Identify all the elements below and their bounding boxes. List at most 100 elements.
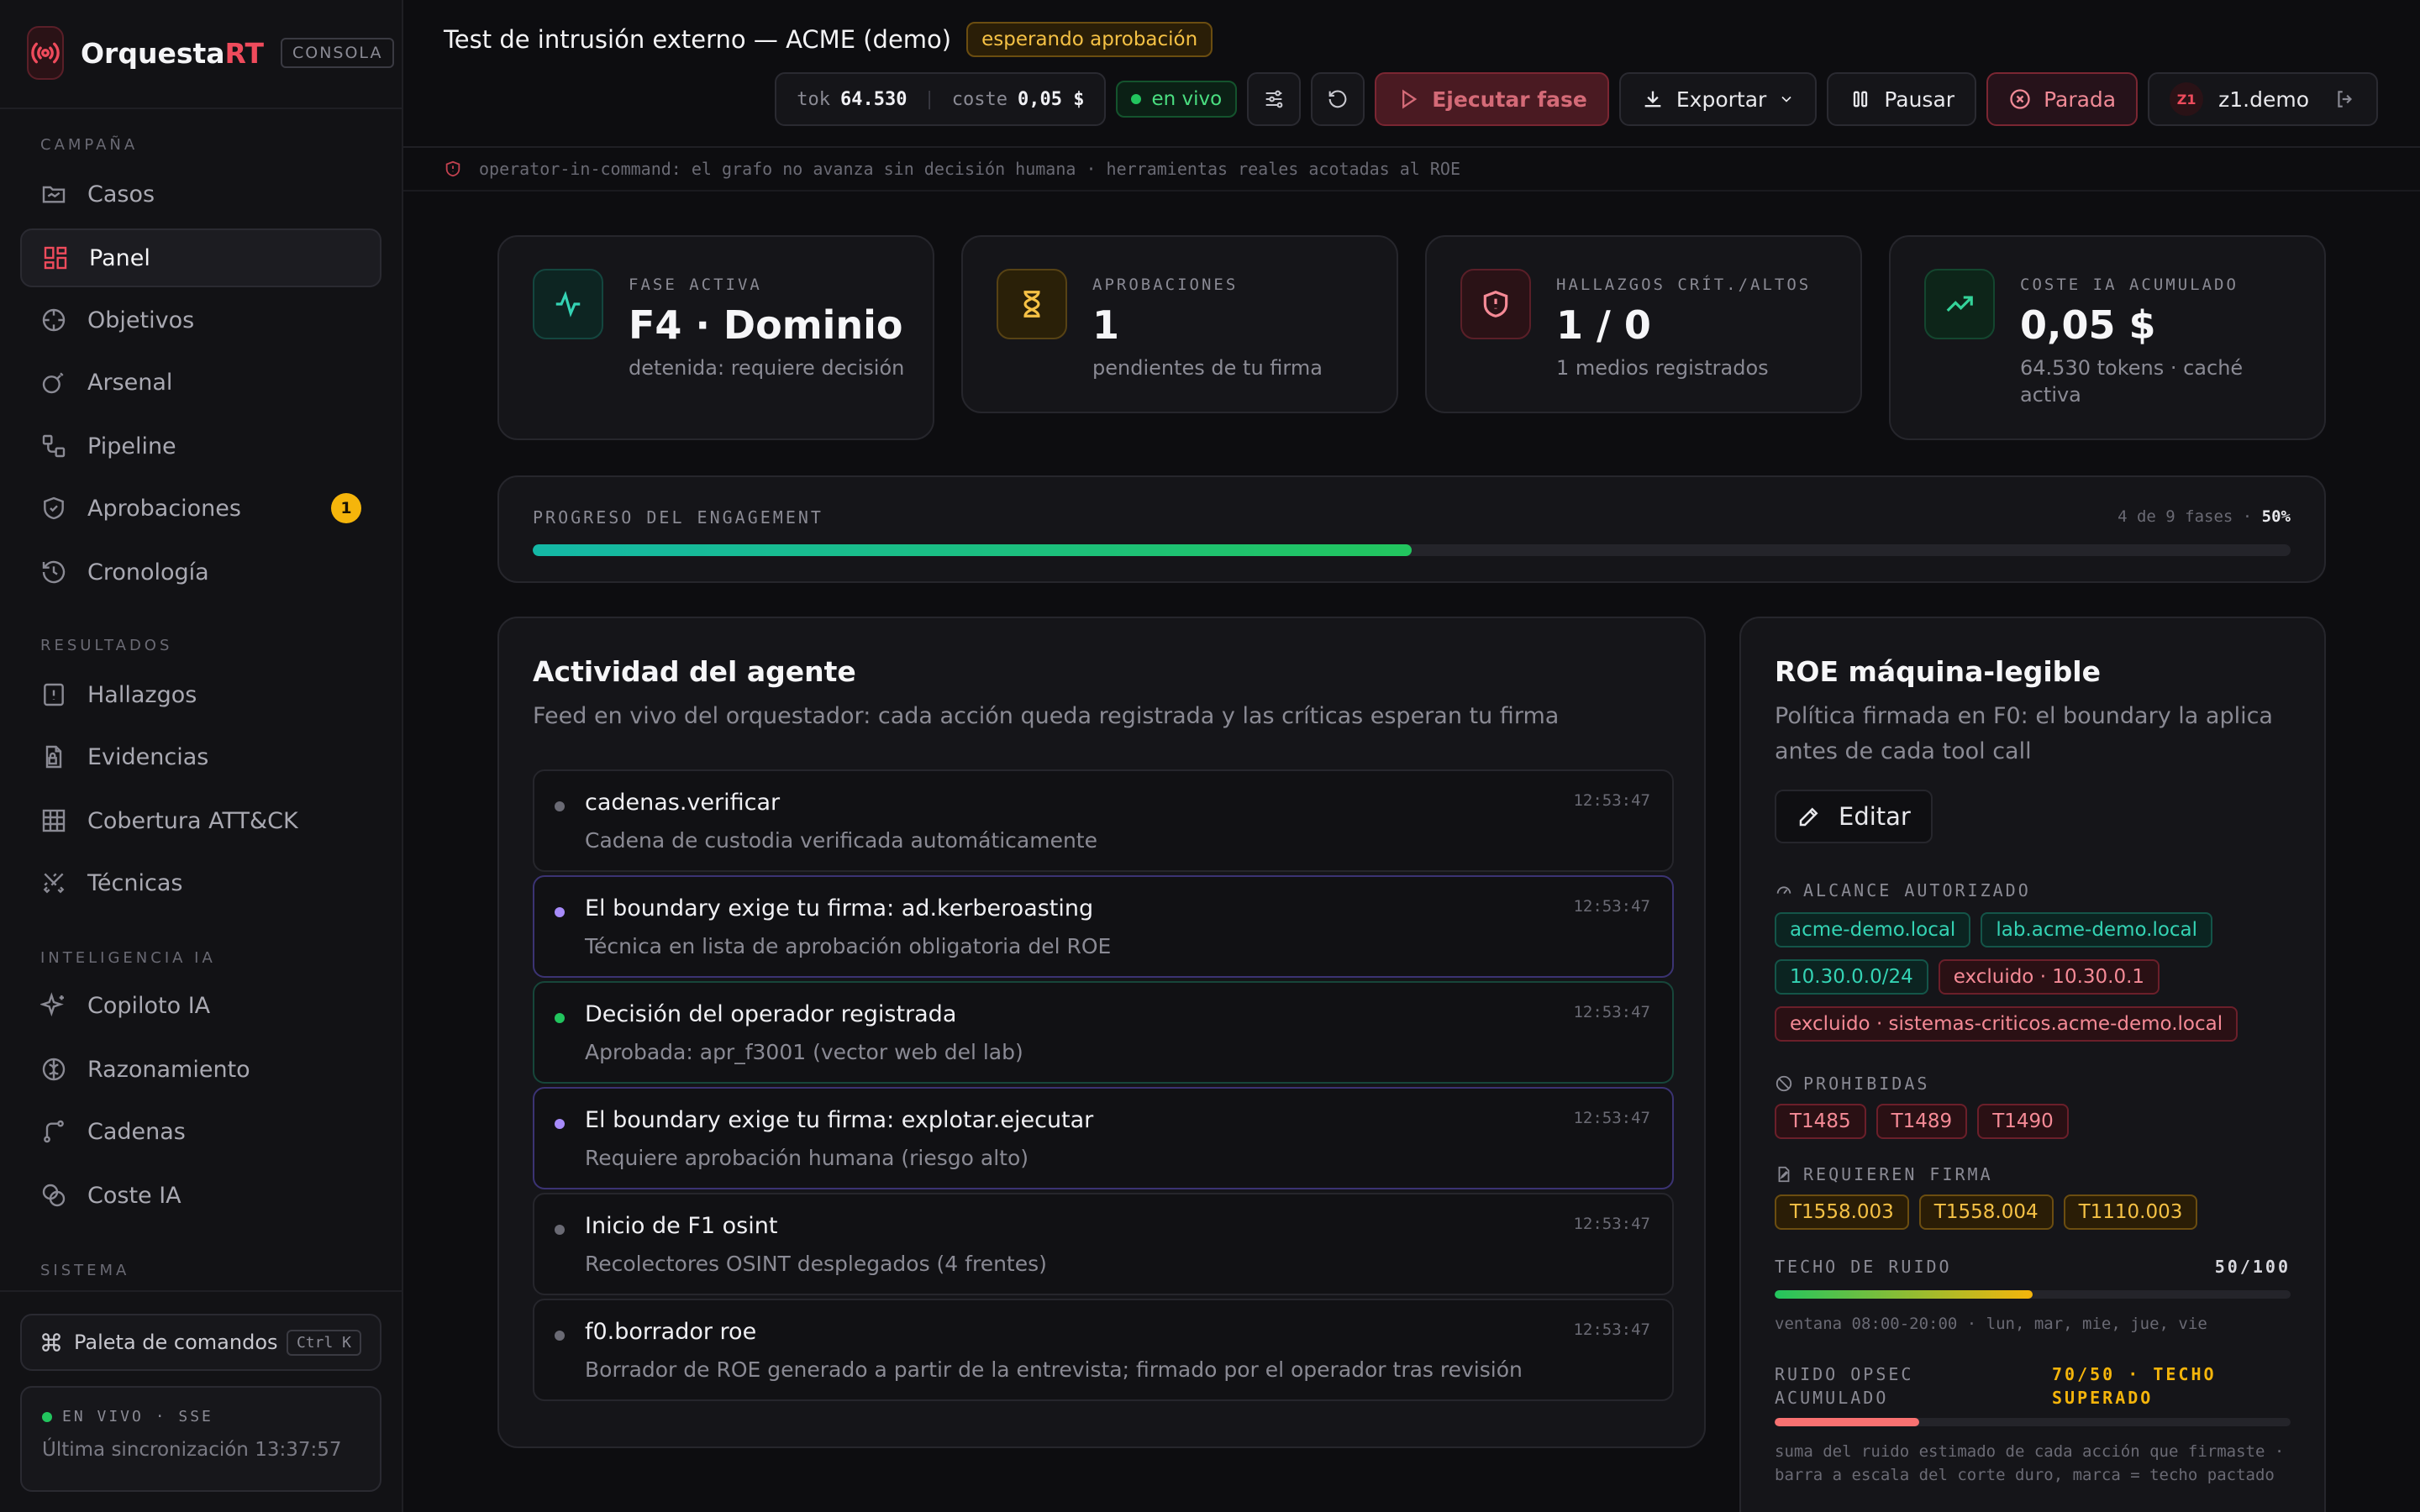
user-menu[interactable]: Z1 z1.demo (2148, 72, 2378, 126)
user-name: z1.demo (2218, 87, 2309, 112)
sidebar-item-casos[interactable]: Casos (20, 165, 381, 223)
sidebar-item-cronologia[interactable]: Cronología (20, 543, 381, 601)
sidebar-item-aprobaciones[interactable]: Aprobaciones 1 (20, 479, 381, 538)
activity-subtitle: Feed en vivo del orquestador: cada acció… (533, 703, 1560, 729)
sidebar-item-label: Hallazgos (87, 681, 197, 708)
folder-icon (42, 186, 66, 203)
logout-icon[interactable] (2334, 88, 2356, 110)
sidebar-item-label: Cobertura ATT&CK (87, 807, 298, 834)
sidebar-item-label: Copiloto IA (87, 992, 211, 1019)
stat-card-findings[interactable]: HALLAZGOS CRÍT./ALTOS 1 / 0 1 medios reg… (1425, 235, 1862, 413)
sidebar-item-coste[interactable]: Coste IA (20, 1166, 381, 1225)
brand[interactable]: OrquestaRT CONSOLA (27, 25, 395, 81)
sidebar-item-label: Evidencias (87, 743, 209, 770)
workflow-icon (42, 434, 66, 458)
page-title: Test de intrusión externo — ACME (demo) (444, 25, 952, 54)
live-sync-box: EN VIVO · SSE Última sincronización 13:3… (20, 1386, 381, 1492)
feed-item-desc: Aprobada: apr_f3001 (vector web del lab) (585, 1040, 1023, 1064)
toolbar: tok 64.530 | coste 0,05 $ en vivo Ejecutar… (775, 72, 2378, 126)
stat-label: APROBACIONES (1092, 276, 1239, 294)
stat-card-approvals[interactable]: APROBACIONES 1 pendientes de tu firma (961, 235, 1398, 413)
command-icon (42, 1333, 60, 1352)
sidebar-item-objetivos[interactable]: Objetivos (20, 291, 381, 349)
section-label-results: RESULTADOS (40, 637, 173, 654)
opsec-fill (1775, 1418, 1919, 1426)
sidebar-item-label: Aprobaciones (87, 495, 241, 522)
command-palette-button[interactable]: Paleta de comandos Ctrl K (20, 1314, 381, 1371)
live-dot-icon (1131, 94, 1142, 104)
sidebar-divider (0, 1290, 403, 1292)
feed-item[interactable]: Decisión del operador registrada Aprobad… (533, 981, 1674, 1084)
opsec-header: RUIDO OPSEC ACUMULADO 70/50 · TECHO SUPE… (1775, 1362, 2291, 1410)
live-dot-icon (42, 1411, 52, 1422)
grid-icon (42, 809, 66, 832)
stat-card-ai-cost[interactable]: COSTE IA ACUMULADO 0,05 $ 64.530 tokens … (1889, 235, 2326, 440)
last-sync-text: Última sincronización 13:37:57 (42, 1439, 342, 1461)
status-dot (555, 801, 565, 811)
feed-item[interactable]: Inicio de F1 osint Recolectores OSINT de… (533, 1193, 1674, 1295)
activity-icon (533, 269, 603, 339)
feed-item-title: Decisión del operador registrada (585, 1001, 957, 1027)
sidebar-item-cadenas[interactable]: Cadenas (20, 1102, 381, 1161)
sidebar-item-label: Objetivos (87, 307, 195, 333)
settings-sliders-button[interactable] (1247, 72, 1302, 126)
sidebar-item-razonamiento[interactable]: Razonamiento (20, 1040, 381, 1099)
run-phase-button[interactable]: Ejecutar fase (1375, 72, 1609, 126)
trending-up-icon (1924, 269, 1995, 339)
scope-chip: lab.acme-demo.local (1981, 912, 2213, 948)
feed-item-desc: Cadena de custodia verificada automática… (585, 828, 1097, 853)
cost-value: 0,05 $ (1018, 88, 1085, 110)
roe-panel: ROE máquina-legible Política firmada en … (1739, 617, 2326, 1512)
stat-label: HALLAZGOS CRÍT./ALTOS (1556, 276, 1812, 294)
progress-label: PROGRESO DEL ENGAGEMENT (533, 507, 823, 528)
noise-ceiling-value: 50/100 (2214, 1257, 2291, 1277)
stop-button[interactable]: Parada (1986, 72, 2139, 126)
stat-subtext: 64.530 tokens · caché activa (2020, 356, 2244, 407)
sidebar-item-evidencias[interactable]: Evidencias (20, 727, 381, 786)
roe-subtitle: Política firmada en F0: el boundary la a… (1775, 703, 2273, 764)
progress-summary: 4 de 9 fases · 50% (2118, 507, 2291, 526)
run-phase-label: Ejecutar fase (1432, 87, 1587, 112)
feed-item-desc: Recolectores OSINT desplegados (4 frente… (585, 1252, 1047, 1276)
file-lock-icon (45, 745, 62, 769)
technique-chip: T1558.004 (1918, 1194, 2054, 1230)
status-dot (555, 1013, 565, 1023)
play-icon (1402, 89, 1418, 109)
feed-item[interactable]: f0.borrador roe Borrador de ROE generado… (533, 1299, 1674, 1401)
sidebar-item-label: Pipeline (87, 433, 176, 459)
scope-chip: 10.30.0.0/24 (1775, 959, 1928, 995)
edit-roe-button[interactable]: Editar (1775, 790, 1933, 843)
sidebar-item-hallazgos[interactable]: Hallazgos (20, 665, 381, 724)
refresh-button[interactable] (1311, 72, 1365, 126)
noise-ceiling-header: TECHO DE RUIDO 50/100 (1775, 1257, 2291, 1277)
edit-label: Editar (1839, 802, 1911, 831)
stat-value: F4 · Dominio (629, 302, 903, 348)
pause-label: Pausar (1884, 87, 1955, 112)
dashboard-icon (44, 246, 67, 270)
sidebar-item-pipeline[interactable]: Pipeline (20, 417, 381, 475)
feed-item-title: El boundary exige tu firma: ad.kerberoas… (585, 895, 1094, 921)
scope-section-label: ALCANCE AUTORIZADO (1775, 880, 2031, 900)
sidebar-item-tecnicas[interactable]: Técnicas (20, 853, 381, 912)
roe-title: ROE máquina-legible (1775, 655, 2101, 688)
tok-label: tok (797, 88, 831, 110)
sidebar-item-cobertura[interactable]: Cobertura ATT&CK (20, 791, 381, 850)
stat-card-active-phase[interactable]: FASE ACTIVA F4 · Dominio detenida: requi… (497, 235, 934, 440)
pause-button[interactable]: Pausar (1827, 72, 1977, 126)
sidebar-item-copiloto[interactable]: Copiloto IA (20, 976, 381, 1035)
feed-item[interactable]: El boundary exige tu firma: ad.kerberoas… (533, 875, 1674, 978)
stat-value: 0,05 $ (2020, 302, 2156, 348)
export-dropdown[interactable]: Exportar (1618, 72, 1818, 126)
status-dot (555, 1119, 565, 1129)
feed-item[interactable]: cadenas.verificar Cadena de custodia ver… (533, 769, 1674, 872)
feed-item[interactable]: El boundary exige tu firma: explotar.eje… (533, 1087, 1674, 1189)
sidebar-item-arsenal[interactable]: Arsenal (20, 353, 381, 412)
feed-item-time: 12:53:47 (1573, 1003, 1650, 1021)
ban-icon (1776, 1075, 1792, 1092)
progress-percent: 50% (2261, 507, 2291, 526)
activity-feed[interactable]: cadenas.verificar Cadena de custodia ver… (533, 769, 1674, 1428)
technique-chip: T1489 (1876, 1104, 1968, 1139)
hourglass-icon (997, 269, 1067, 339)
section-label-campaign: CAMPAÑA (40, 136, 139, 154)
sidebar-item-panel[interactable]: Panel (20, 228, 381, 287)
